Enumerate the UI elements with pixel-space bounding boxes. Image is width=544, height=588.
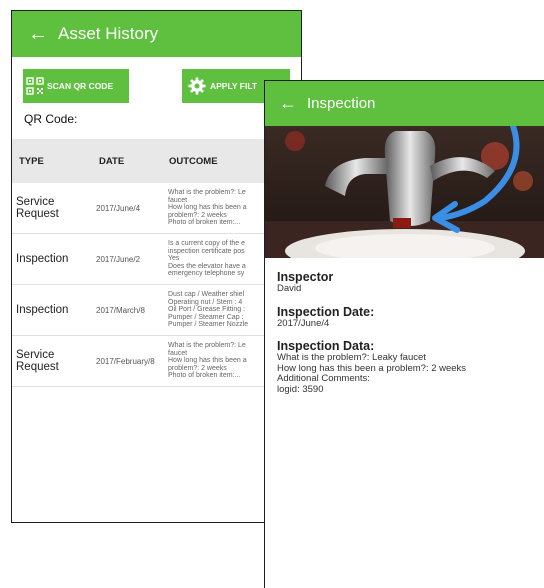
gear-icon — [188, 77, 206, 95]
apply-filter-label: APPLY FILT — [210, 81, 258, 91]
table-header: TYPE DATE OUTCOME — [12, 139, 301, 183]
qr-code-icon — [26, 77, 44, 95]
row-date: 2017/June/4 — [96, 203, 141, 213]
inspection-app-bar: ← Inspection — [265, 81, 544, 126]
inspection-data-line: What is the problem?: Leaky faucet — [277, 352, 426, 363]
page-title: Asset History — [58, 24, 159, 43]
inspector-heading: Inspector — [277, 270, 334, 284]
column-type: TYPE — [19, 155, 44, 167]
inspector-value: David — [277, 283, 302, 294]
inspection-screen: ← Inspection Inspector David Inspection … — [264, 80, 544, 588]
back-arrow-icon[interactable]: ← — [28, 24, 48, 44]
back-arrow-icon[interactable]: ← — [279, 93, 297, 114]
table-row[interactable]: Inspection 2017/March/8 Dust cap / Weath… — [12, 285, 301, 336]
row-type: Inspection — [16, 253, 69, 265]
page-title: Inspection — [307, 95, 376, 112]
scan-qr-code-button[interactable]: SCAN QR CODE — [23, 69, 129, 103]
inspection-details: Inspector David Inspection Date: 2017/Ju… — [265, 258, 544, 395]
inspection-data-line: logid: 3590 — [277, 383, 324, 395]
inspection-data-heading: Inspection Data: — [277, 339, 375, 353]
row-date: 2017/February/8 — [96, 356, 155, 366]
inspection-date-heading: Inspection Date: — [277, 304, 375, 319]
scan-qr-code-label: SCAN QR CODE — [47, 81, 114, 91]
table-row[interactable]: Service Request 2017/February/8 What is … — [12, 336, 301, 387]
table-row[interactable]: Inspection 2017/June/2 Is a current copy… — [12, 234, 301, 285]
asset-history-screen: ← Asset History SCAN QR CODE APPLY FILT … — [11, 10, 302, 523]
row-type: Inspection — [16, 304, 69, 316]
table-row[interactable]: Service Request 2017/June/4 What is the … — [12, 183, 301, 234]
inspection-photo[interactable] — [265, 126, 544, 258]
asset-history-table: TYPE DATE OUTCOME Service Request 2017/J… — [12, 139, 301, 387]
qr-code-label: QR Code: — [24, 112, 78, 126]
row-type: Service Request — [16, 196, 59, 220]
asset-history-app-bar: ← Asset History — [12, 11, 301, 57]
row-date: 2017/June/2 — [96, 254, 141, 264]
inspection-date-value: 2017/June/4 — [277, 317, 330, 329]
action-buttons: SCAN QR CODE APPLY FILT — [12, 69, 301, 113]
inspection-data-line: Additional Comments: — [277, 373, 370, 384]
row-date: 2017/March/8 — [96, 305, 145, 315]
row-type: Service Request — [16, 349, 59, 373]
column-date: DATE — [99, 155, 125, 167]
